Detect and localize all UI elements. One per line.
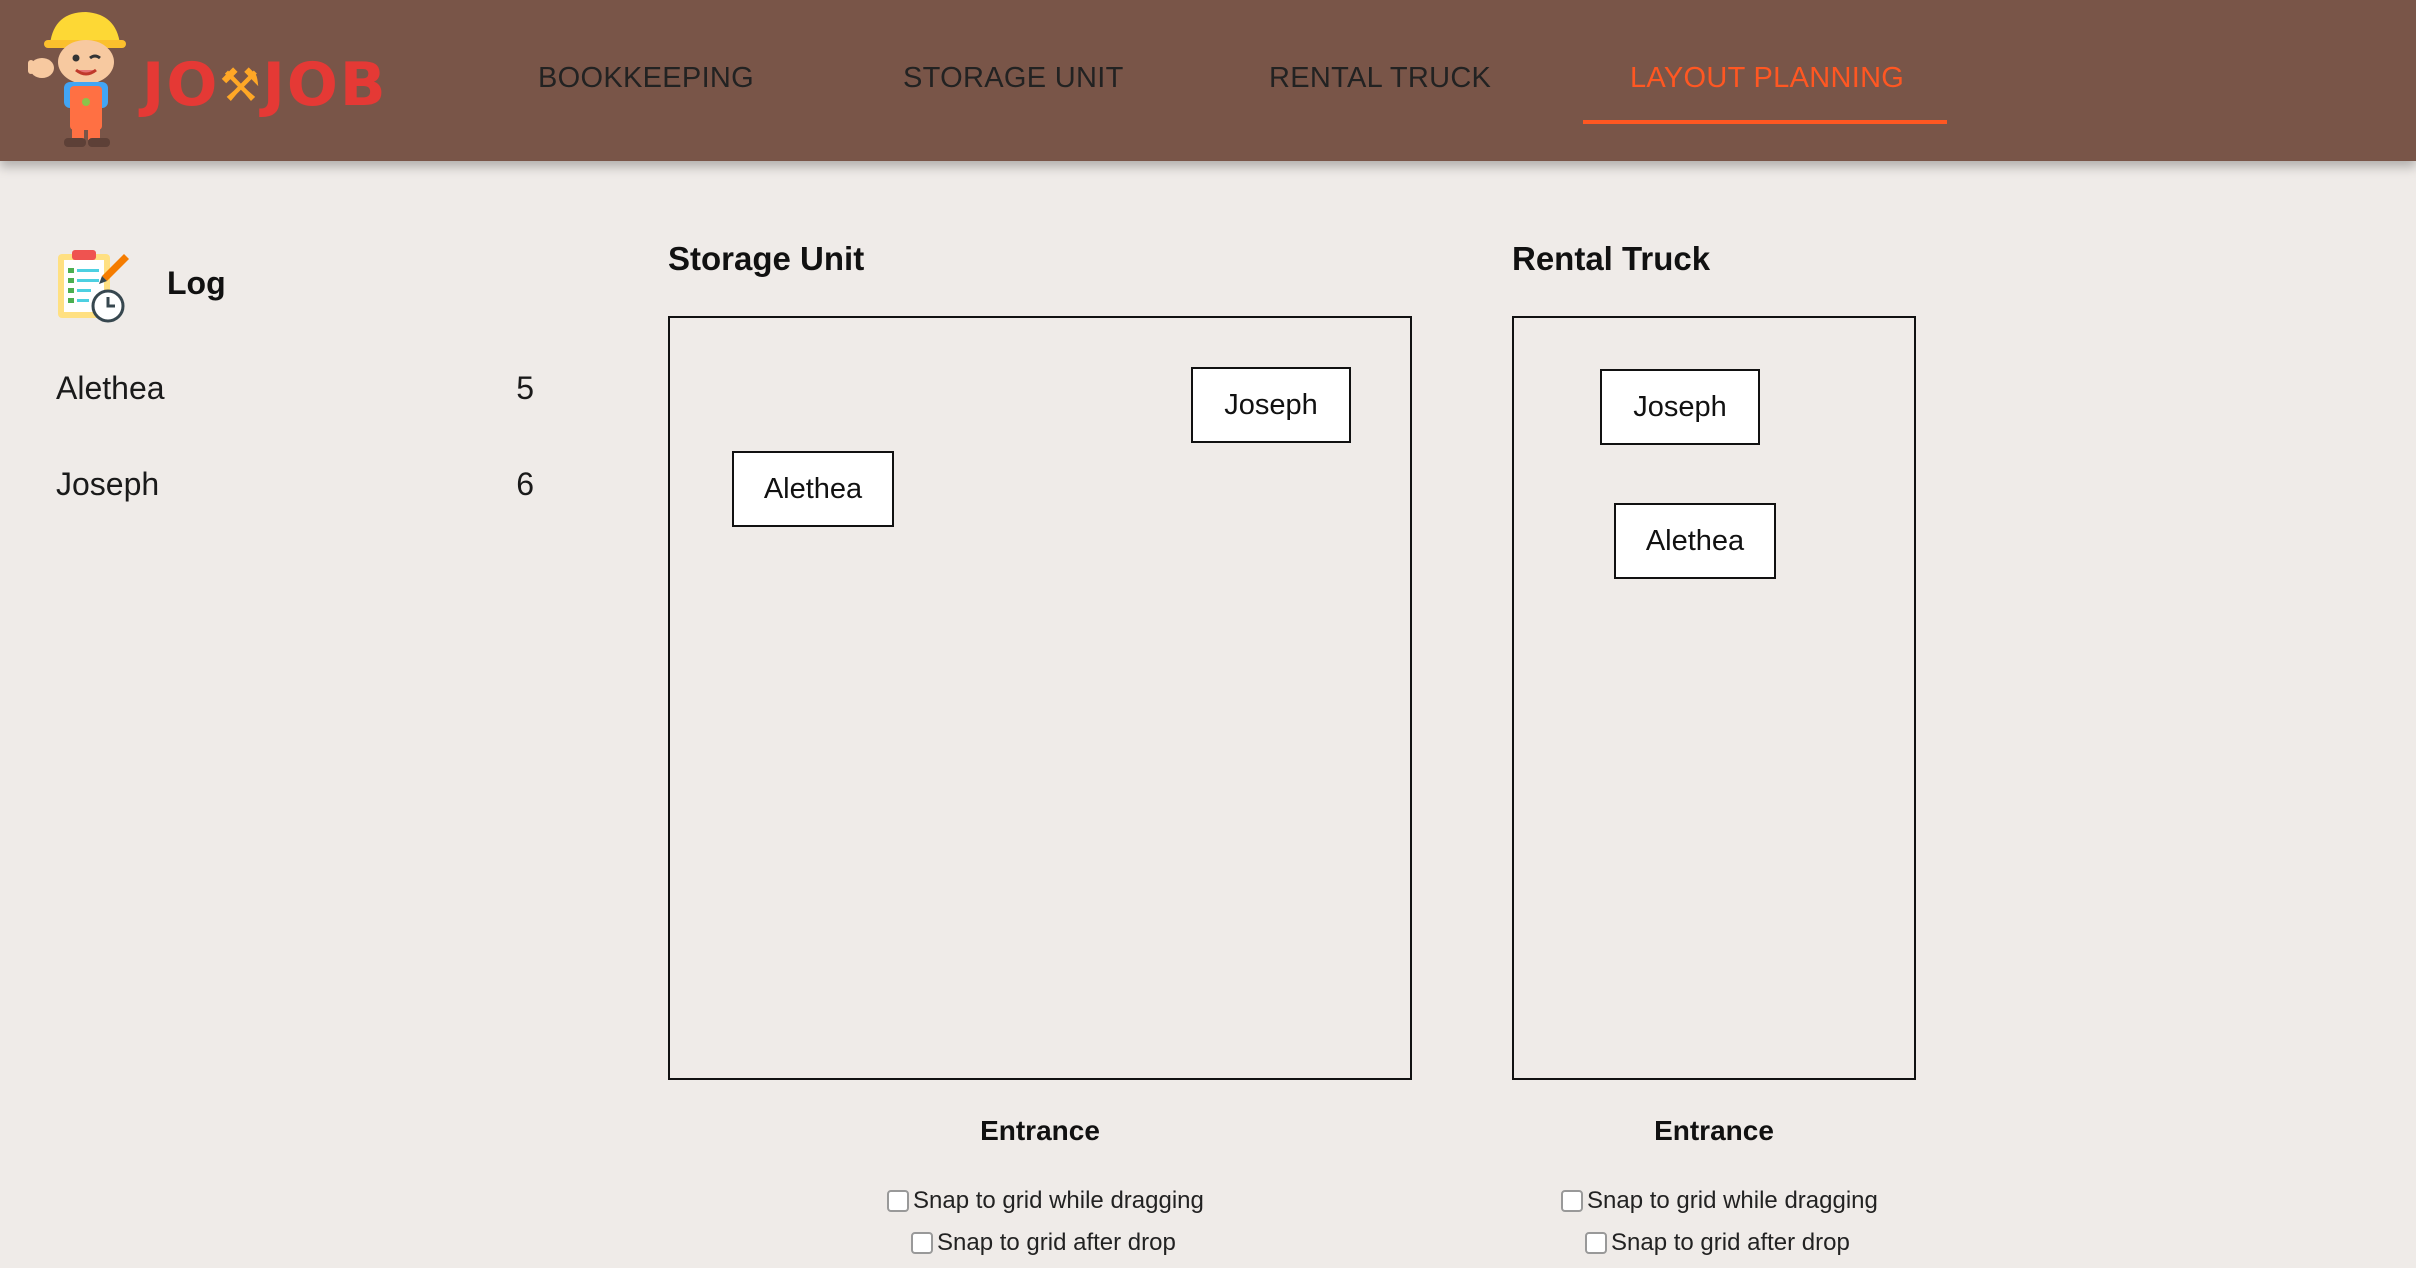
nav-layout-planning[interactable]: LAYOUT PLANNING bbox=[1630, 58, 1904, 98]
storage-unit-entrance-label: Entrance bbox=[980, 1115, 1100, 1146]
nav-rental-truck[interactable]: RENTAL TRUCK bbox=[1269, 58, 1491, 98]
truck-snap-after-drop[interactable]: Snap to grid after drop bbox=[1585, 1228, 1850, 1258]
truck-snap-while-dragging[interactable]: Snap to grid while dragging bbox=[1561, 1186, 1878, 1216]
checkbox[interactable] bbox=[1585, 1232, 1607, 1254]
storage-snap-while-dragging[interactable]: Snap to grid while dragging bbox=[887, 1186, 1204, 1216]
truck-box-alethea[interactable]: Alethea bbox=[1614, 503, 1776, 579]
log-entry-count: 6 bbox=[516, 466, 534, 502]
rental-truck-layout-area[interactable]: Joseph Alethea bbox=[1512, 316, 1916, 1080]
truck-box-joseph[interactable]: Joseph bbox=[1600, 369, 1760, 445]
storage-snap-after-drop[interactable]: Snap to grid after drop bbox=[911, 1228, 1176, 1258]
checkbox-label: Snap to grid after drop bbox=[1611, 1229, 1850, 1256]
log-entry-name: Joseph bbox=[56, 466, 160, 502]
nav-bookkeeping[interactable]: BOOKKEEPING bbox=[538, 58, 754, 98]
active-tab-indicator bbox=[1583, 120, 1947, 124]
checkbox[interactable] bbox=[887, 1190, 909, 1212]
top-app-bar: JO⚒JOB BOOKKEEPING STORAGE UNIT RENTAL T… bbox=[0, 0, 2416, 161]
storage-unit-layout-area[interactable]: Joseph Alethea bbox=[668, 316, 1412, 1080]
checkbox-label: Snap to grid after drop bbox=[937, 1229, 1176, 1256]
log-entry: Alethea 5 bbox=[56, 370, 534, 414]
log-entry: Joseph 6 bbox=[56, 466, 534, 510]
storage-unit-title: Storage Unit bbox=[668, 240, 865, 277]
jojob-logo[interactable]: JO⚒JOB bbox=[24, 6, 404, 156]
checkbox[interactable] bbox=[911, 1232, 933, 1254]
checkbox[interactable] bbox=[1561, 1190, 1583, 1212]
clipboard-log-icon bbox=[58, 250, 129, 323]
crossed-tools-icon: ⚒ bbox=[219, 58, 263, 112]
checkbox-label: Snap to grid while dragging bbox=[1587, 1187, 1878, 1214]
log-entry-name: Alethea bbox=[56, 370, 165, 406]
rental-truck-title: Rental Truck bbox=[1512, 240, 1711, 277]
rental-truck-entrance-label: Entrance bbox=[1654, 1115, 1774, 1146]
log-title: Log bbox=[167, 265, 226, 301]
nav-storage-unit[interactable]: STORAGE UNIT bbox=[903, 58, 1124, 98]
logo-wordmark: JO⚒JOB bbox=[142, 50, 388, 120]
log-entry-count: 5 bbox=[516, 370, 534, 406]
storage-box-joseph[interactable]: Joseph bbox=[1191, 367, 1351, 443]
construction-worker-mascot-icon bbox=[28, 12, 126, 147]
checkbox-label: Snap to grid while dragging bbox=[913, 1187, 1204, 1214]
storage-box-alethea[interactable]: Alethea bbox=[732, 451, 894, 527]
